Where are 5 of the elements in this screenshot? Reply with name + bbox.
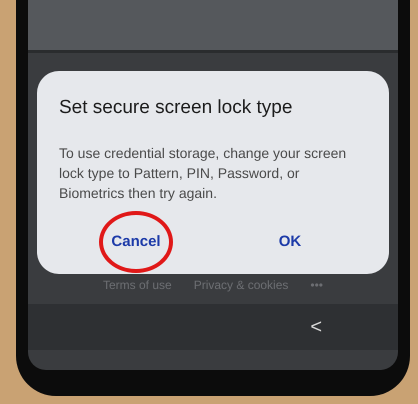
dialog-message: To use credential storage, change your screen lock type to Pattern, PIN, Password, or Biometrics then try again. bbox=[59, 144, 348, 203]
dialog-button[interactable]: OK bbox=[270, 227, 310, 256]
back-button[interactable]: < bbox=[304, 316, 328, 338]
dialog-button[interactable]: Cancel bbox=[103, 227, 169, 256]
dialog-title: Set secure screen lock type bbox=[59, 97, 294, 119]
